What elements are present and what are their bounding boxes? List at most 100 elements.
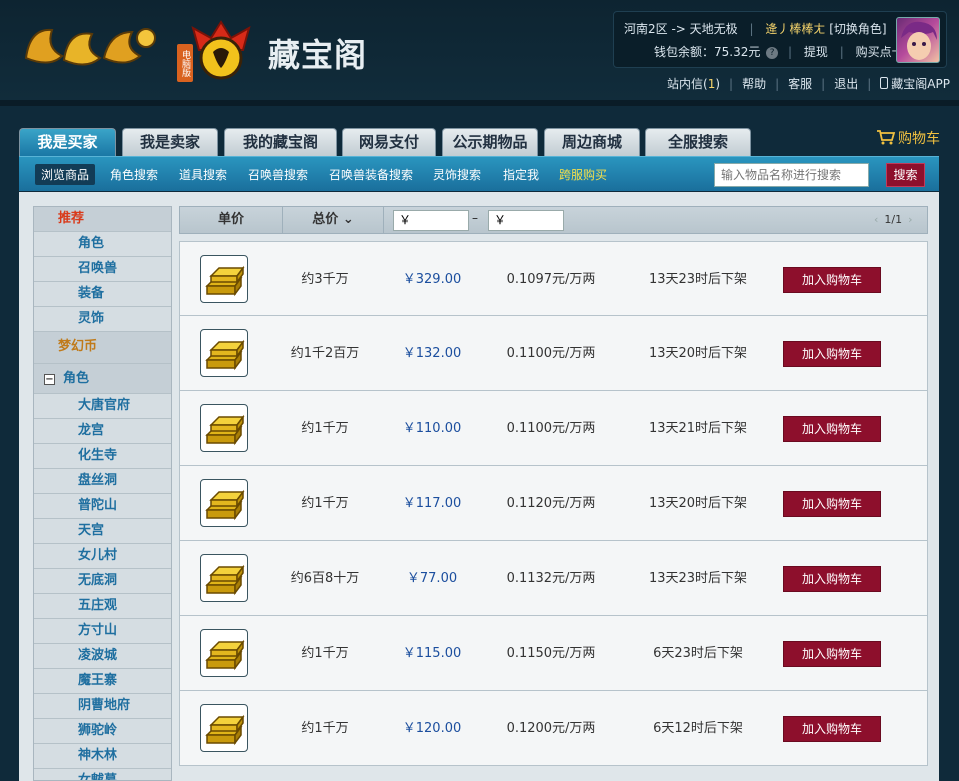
table-row[interactable]: 约1千万 ￥120.00 0.1200元/万两 6天12时后下架 加入购物车: [179, 691, 928, 766]
sidebar-group-label: 角色: [63, 371, 90, 386]
gold-coin-icon[interactable]: [200, 255, 248, 303]
add-to-cart-button[interactable]: 加入购物车: [783, 491, 881, 517]
sidebar-item-pet[interactable]: 召唤兽: [34, 257, 171, 282]
table-row[interactable]: 约6百8十万 ￥77.00 0.1132元/万两 13天23时后下架 加入购物车: [179, 541, 928, 616]
sidebar-item-nvba[interactable]: 女魃墓: [34, 769, 171, 780]
row-amount: 约1千万: [301, 646, 349, 661]
collapse-icon[interactable]: −: [44, 374, 55, 385]
add-to-cart-button[interactable]: 加入购物车: [783, 566, 881, 592]
col-total-price[interactable]: 总价 ⌄: [283, 207, 383, 233]
sidebar-item-tiangong[interactable]: 天宫: [34, 519, 171, 544]
subnav-browse[interactable]: 浏览商品: [35, 164, 96, 185]
tab-buyer[interactable]: 我是买家: [19, 128, 116, 156]
row-price: ￥329.00: [402, 272, 462, 287]
sidebar-item-recommend[interactable]: 推荐: [34, 207, 171, 232]
col-unit-price[interactable]: 单价: [180, 207, 282, 233]
price-max-input[interactable]: ￥: [488, 210, 564, 231]
cart-link[interactable]: 购物车: [876, 128, 940, 148]
help-icon[interactable]: ?: [766, 46, 779, 59]
sidebar-item-shituo[interactable]: 狮驼岭: [34, 719, 171, 744]
row-price: ￥110.00: [402, 421, 462, 436]
table-row[interactable]: 约1千万 ￥110.00 0.1100元/万两 13天21时后下架 加入购物车: [179, 391, 928, 466]
sidebar-item-ornament[interactable]: 灵饰: [34, 307, 171, 332]
row-time-left: 6天23时后下架: [653, 646, 743, 661]
price-min-input[interactable]: ￥: [393, 210, 469, 231]
prev-page-icon[interactable]: ‹: [874, 213, 878, 226]
search-input[interactable]: [714, 163, 869, 187]
add-to-cart-button[interactable]: 加入购物车: [783, 416, 881, 442]
sidebar-item-wuzhuang[interactable]: 五庄观: [34, 594, 171, 619]
gold-coin-icon[interactable]: [200, 479, 248, 527]
table-row[interactable]: 约1千2百万 ￥132.00 0.1100元/万两 13天20时后下架 加入购物车: [179, 316, 928, 391]
gold-coin-icon[interactable]: [200, 704, 248, 752]
add-to-cart-button[interactable]: 加入购物车: [783, 267, 881, 293]
col-divider: [383, 207, 384, 233]
row-amount: 约1千2百万: [290, 346, 360, 361]
service-link[interactable]: 客服: [788, 77, 812, 91]
logout-link[interactable]: 退出: [834, 77, 858, 91]
tab-seller[interactable]: 我是卖家: [122, 128, 218, 156]
sidebar-item-huasheng[interactable]: 化生寺: [34, 444, 171, 469]
gold-coin-icon[interactable]: [200, 329, 248, 377]
add-to-cart-button[interactable]: 加入购物车: [783, 341, 881, 367]
row-price: ￥117.00: [402, 496, 462, 511]
tab-all-server-search[interactable]: 全服搜索: [645, 128, 751, 156]
switch-role-link[interactable]: [切换角色]: [829, 22, 886, 36]
subnav-designated[interactable]: 指定我: [503, 166, 539, 183]
subnav-pet-search[interactable]: 召唤兽搜索: [248, 166, 308, 183]
table-row[interactable]: 约1千万 ￥117.00 0.1120元/万两 13天20时后下架 加入购物车: [179, 466, 928, 541]
subnav-ornament-search[interactable]: 灵饰搜索: [433, 166, 481, 183]
subnav-pet-equip-search[interactable]: 召唤兽装备搜索: [329, 166, 413, 183]
row-price: ￥77.00: [406, 571, 458, 586]
pagination: ‹ 1/1 ›: [868, 213, 919, 226]
content-area: 推荐 角色 召唤兽 装备 灵饰 梦幻币 − 角色 大唐官府 龙宫 化生寺 盘丝洞 …: [19, 192, 939, 781]
next-page-icon[interactable]: ›: [908, 213, 912, 226]
sidebar-item-fangcun[interactable]: 方寸山: [34, 619, 171, 644]
treasure-logo-icon: [185, 20, 257, 80]
help-link[interactable]: 帮助: [742, 77, 766, 91]
game-logo[interactable]: 电脑版: [20, 18, 193, 82]
table-row[interactable]: 约3千万 ￥329.00 0.1097元/万两 13天23时后下架 加入购物车: [179, 241, 928, 316]
sidebar-item-longgong[interactable]: 龙宫: [34, 419, 171, 444]
app-label: 藏宝阁APP: [891, 77, 950, 91]
gold-coin-icon[interactable]: [200, 554, 248, 602]
sidebar-item-nver[interactable]: 女儿村: [34, 544, 171, 569]
add-to-cart-button[interactable]: 加入购物车: [783, 716, 881, 742]
messages-link[interactable]: 站内信(1): [667, 77, 720, 91]
sidebar-item-equipment[interactable]: 装备: [34, 282, 171, 307]
sidebar-item-pansi[interactable]: 盘丝洞: [34, 469, 171, 494]
sidebar-item-lingbo[interactable]: 凌波城: [34, 644, 171, 669]
subnav-cross-server[interactable]: 跨服购买: [559, 166, 607, 183]
sidebar-item-yincao[interactable]: 阴曹地府: [34, 694, 171, 719]
add-to-cart-button[interactable]: 加入购物车: [783, 641, 881, 667]
row-unit-rate: 0.1100元/万两: [506, 421, 596, 436]
subnav-role-search[interactable]: 角色搜索: [110, 166, 158, 183]
user-nickname[interactable]: 逄丿棒棒ㄤ: [765, 22, 825, 36]
table-row[interactable]: 约1千万 ￥115.00 0.1150元/万两 6天23时后下架 加入购物车: [179, 616, 928, 691]
sidebar-item-mowang[interactable]: 魔王寨: [34, 669, 171, 694]
sidebar-group-role[interactable]: − 角色: [34, 364, 171, 394]
sidebar-item-putuo[interactable]: 普陀山: [34, 494, 171, 519]
tab-public-items[interactable]: 公示期物品: [442, 128, 538, 156]
row-time-left: 13天20时后下架: [648, 346, 748, 361]
row-amount: 约6百8十万: [290, 571, 360, 586]
app-link[interactable]: 藏宝阁APP: [880, 77, 950, 91]
subnav-item-search[interactable]: 道具搜索: [179, 166, 227, 183]
tab-merch-store[interactable]: 周边商城: [544, 128, 640, 156]
avatar[interactable]: [896, 17, 940, 63]
sidebar-item-datang[interactable]: 大唐官府: [34, 394, 171, 419]
sidebar-item-game-coin[interactable]: 梦幻币: [34, 332, 171, 364]
category-sidebar: 推荐 角色 召唤兽 装备 灵饰 梦幻币 − 角色 大唐官府 龙宫 化生寺 盘丝洞 …: [33, 206, 172, 781]
sidebar-item-role[interactable]: 角色: [34, 232, 171, 257]
tab-my-treasure[interactable]: 我的藏宝阁: [224, 128, 337, 156]
gold-coin-icon[interactable]: [200, 404, 248, 452]
search-button[interactable]: 搜索: [886, 163, 925, 187]
gold-coin-icon[interactable]: [200, 629, 248, 677]
row-unit-rate: 0.1100元/万两: [506, 346, 596, 361]
sidebar-item-shenmu[interactable]: 神木林: [34, 744, 171, 769]
row-time-left: 6天12时后下架: [653, 721, 743, 736]
range-dash: –: [472, 211, 478, 225]
sidebar-item-wudi[interactable]: 无底洞: [34, 569, 171, 594]
tab-netease-pay[interactable]: 网易支付: [342, 128, 436, 156]
withdraw-link[interactable]: 提现: [804, 45, 828, 59]
